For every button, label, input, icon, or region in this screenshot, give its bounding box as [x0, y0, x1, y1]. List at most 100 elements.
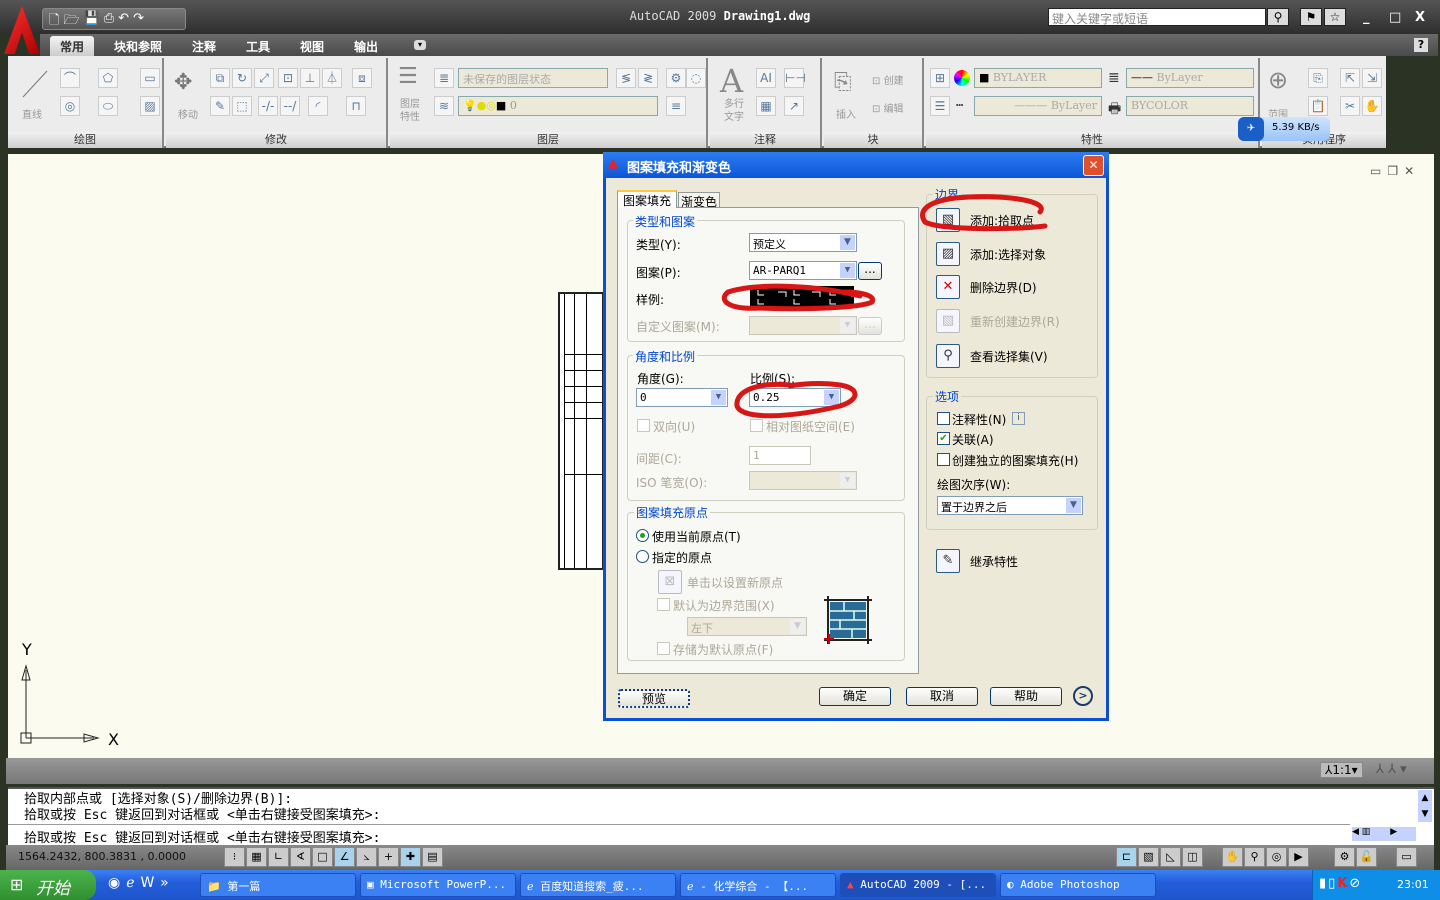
maximize-button[interactable]: □: [1389, 10, 1401, 25]
command-prompt[interactable]: 拾取或按 Esc 键返回到对话框或 <单击右键接受图案填充>:: [24, 827, 380, 846]
tab-output[interactable]: 输出: [344, 36, 388, 57]
edit-block-button[interactable]: ⊡ 编辑: [872, 100, 904, 115]
extend-icon[interactable]: --/: [280, 96, 300, 116]
explode-icon[interactable]: ⬚: [232, 96, 252, 116]
plotstyle-dropdown[interactable]: BYCOLOR: [1126, 96, 1254, 116]
layer-off-icon[interactable]: ◌: [686, 68, 706, 88]
view-selections-button[interactable]: ⚲: [936, 344, 960, 368]
scale-select[interactable]: 0.25 ▼: [749, 388, 841, 407]
linetype-dropdown[interactable]: ——— ByLayer: [974, 96, 1102, 116]
dialog-title-bar[interactable]: ▲ 图案填充和渐变色: [603, 152, 1109, 178]
layer-state-dropdown[interactable]: 未保存的图层状态: [458, 68, 608, 88]
taskbar-item[interactable]: ℯ - 化学综合 - 【...: [680, 873, 836, 897]
ribbon-minimize-icon[interactable]: ▾: [414, 40, 426, 50]
fillet-icon[interactable]: ◜: [308, 96, 328, 116]
spacing-input[interactable]: 1: [749, 446, 811, 465]
tab-hatch[interactable]: 图案填充: [617, 190, 677, 208]
dimension-icon[interactable]: ⊢⊣: [784, 68, 806, 88]
pattern-sample-swatch[interactable]: [750, 286, 854, 308]
taskbar-item-active[interactable]: ▲ AutoCAD 2009 - [...: [840, 873, 996, 897]
quick-properties-toggle[interactable]: ▤: [422, 847, 443, 867]
copy-icon[interactable]: ⧉: [210, 68, 230, 88]
paste-icon[interactable]: 📋: [1308, 96, 1328, 116]
default-extent-checkbox[interactable]: [657, 598, 670, 611]
layer-state-icon[interactable]: ≣: [434, 68, 454, 88]
match-properties-icon[interactable]: ⊞: [930, 68, 950, 88]
layer-properties-icon[interactable]: ☰: [398, 64, 418, 89]
taskbar-item[interactable]: ℯ 百度知道搜索_疲...: [520, 873, 676, 897]
zoom-button[interactable]: ⚲: [1244, 847, 1265, 867]
ok-button[interactable]: 确定: [819, 687, 891, 706]
help-button[interactable]: 帮助: [990, 687, 1062, 706]
make-current-icon[interactable]: ≋: [434, 96, 454, 116]
layer-isolate-icon[interactable]: ⚙: [666, 68, 686, 88]
model-button[interactable]: ⊏: [1116, 847, 1137, 867]
lineweight-dropdown[interactable]: —— ByLayer: [1126, 68, 1254, 88]
zoom-extents-icon[interactable]: ⊕: [1268, 66, 1288, 94]
type-select[interactable]: 预定义 ▼: [749, 233, 857, 252]
table-icon[interactable]: ▦: [756, 96, 776, 116]
quick-launch[interactable]: ◉ℯW»: [108, 875, 175, 891]
dialog-close-button[interactable]: ✕: [1083, 155, 1104, 176]
annotation-visibility-icon[interactable]: ⅄ ⅄ ▾: [1376, 762, 1407, 777]
associative-checkbox[interactable]: ✔: [937, 432, 950, 445]
snap-toggle[interactable]: ⁝: [224, 847, 245, 867]
taskbar-item[interactable]: ▣ Microsoft PowerP...: [360, 873, 516, 897]
otrack-toggle[interactable]: ∠: [334, 847, 355, 867]
separate-hatches-checkbox[interactable]: [937, 453, 950, 466]
osnap-toggle[interactable]: □: [312, 847, 333, 867]
select-similar-icon[interactable]: ⇲: [1362, 68, 1382, 88]
quick-view-button[interactable]: ◫: [1182, 847, 1203, 867]
workspace-button[interactable]: ⚙: [1334, 847, 1355, 867]
cancel-button[interactable]: 取消: [906, 687, 978, 706]
clean-screen-button[interactable]: ▭: [1396, 847, 1417, 867]
polar-toggle[interactable]: ∢: [290, 847, 311, 867]
quick-select-icon[interactable]: ⇱: [1340, 68, 1360, 88]
angle-select[interactable]: 0 ▼: [636, 388, 728, 407]
taskbar-item[interactable]: 📁 第一篇: [200, 873, 356, 897]
pan-icon[interactable]: ✋: [1362, 96, 1382, 116]
preview-button[interactable]: 预览: [618, 689, 690, 708]
tab-annotate[interactable]: 注释: [182, 36, 226, 57]
pattern-select[interactable]: AR-PARQ1 ▼: [749, 261, 857, 280]
add-pick-points-button[interactable]: ▧: [936, 208, 960, 232]
polygon-icon[interactable]: ⬠: [98, 68, 118, 88]
favorites-icon[interactable]: ☆: [1324, 8, 1346, 26]
insert-block-icon[interactable]: ⎘: [834, 70, 852, 95]
remove-boundaries-button[interactable]: ✕: [936, 275, 960, 299]
offset-icon[interactable]: ⊡: [278, 68, 298, 88]
relative-paper-checkbox[interactable]: [750, 419, 763, 432]
steering-wheel-button[interactable]: ◎: [1266, 847, 1287, 867]
erase-icon[interactable]: ✎: [210, 96, 230, 116]
array-icon[interactable]: ⧈: [352, 68, 372, 88]
circle-icon[interactable]: ◎: [60, 96, 80, 116]
tab-view[interactable]: 视图: [290, 36, 334, 57]
ortho-toggle[interactable]: ∟: [268, 847, 289, 867]
dyn-toggle[interactable]: +: [378, 847, 399, 867]
add-select-objects-button[interactable]: ▨: [936, 242, 960, 266]
recreate-boundary-button[interactable]: ▧: [936, 309, 960, 333]
double-checkbox[interactable]: [637, 419, 650, 432]
command-hscrollbar[interactable]: ◀ ▥ ▶: [1352, 827, 1416, 841]
set-origin-button[interactable]: ⊠: [658, 570, 682, 594]
tab-tools[interactable]: 工具: [236, 36, 280, 57]
mirror-icon[interactable]: ⏃: [322, 68, 342, 88]
create-block-button[interactable]: ⊡ 创建: [872, 72, 904, 87]
drawing-window-controls[interactable]: ▭❐✕: [1370, 164, 1420, 178]
inherit-properties-button[interactable]: ✎: [936, 549, 960, 573]
custom-browse-button[interactable]: ...: [858, 317, 882, 335]
stretch-icon[interactable]: ⊥: [300, 68, 320, 88]
close-button[interactable]: X: [1415, 10, 1425, 25]
showmotion-button[interactable]: ▶: [1288, 847, 1309, 867]
rotate-icon[interactable]: ↻: [232, 68, 252, 88]
tab-home[interactable]: 常用: [50, 36, 95, 56]
layer-match-icon[interactable]: ≶: [616, 68, 636, 88]
trim-icon[interactable]: -/-: [258, 96, 278, 116]
ellipse-icon[interactable]: ⬭: [98, 96, 118, 116]
copy-clip-icon[interactable]: ⎘: [1308, 68, 1328, 88]
tray-icons[interactable]: ▮▯K⊘: [1319, 876, 1362, 891]
store-default-checkbox[interactable]: [657, 642, 670, 655]
specified-origin-radio[interactable]: [636, 550, 649, 563]
break-icon[interactable]: ⊓: [346, 96, 366, 116]
layer-previous-icon[interactable]: ≷: [638, 68, 658, 88]
